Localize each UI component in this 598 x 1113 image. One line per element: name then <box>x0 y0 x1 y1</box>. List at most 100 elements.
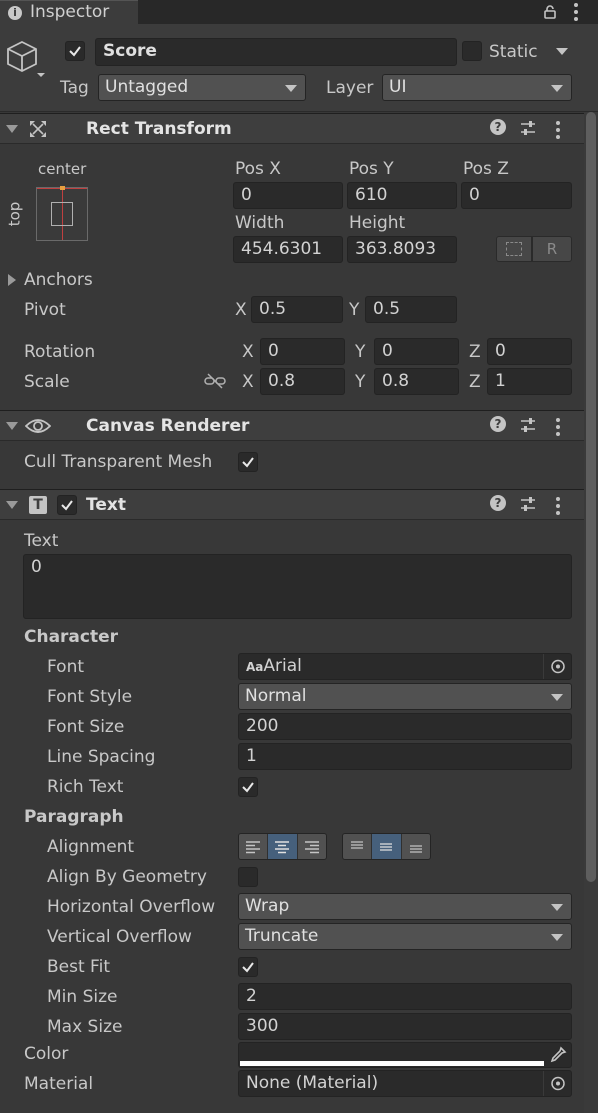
preset-sliders-icon[interactable] <box>520 417 536 433</box>
static-checkbox[interactable] <box>462 41 482 61</box>
font-size-field[interactable]: 200 <box>238 713 572 740</box>
character-section-label: Character <box>24 627 119 647</box>
canvas-renderer-title: Canvas Renderer <box>86 416 250 436</box>
pivot-y-field[interactable]: 0.5 <box>365 296 457 323</box>
blueprint-mode-button[interactable] <box>496 236 532 262</box>
align-right-icon[interactable] <box>298 834 326 859</box>
font-label: Font <box>47 657 85 677</box>
help-icon[interactable]: ? <box>490 495 506 511</box>
text-area[interactable]: 0 <box>23 554 572 619</box>
canvas-renderer-header[interactable]: Canvas Renderer ? <box>0 410 598 441</box>
active-checkbox[interactable] <box>65 41 85 61</box>
width-label: Width <box>235 213 285 233</box>
eyedropper-icon[interactable] <box>549 1046 567 1064</box>
align-bottom-icon[interactable] <box>402 834 430 859</box>
align-by-geometry-checkbox[interactable] <box>238 867 258 887</box>
component-menu-icon[interactable] <box>556 418 560 439</box>
anchor-preset-v-label: top <box>5 201 24 227</box>
gameobject-cube-icon[interactable] <box>6 39 46 79</box>
scale-y-label: Y <box>355 372 366 392</box>
foldout-arrow-icon[interactable] <box>6 422 18 430</box>
horizontal-overflow-label: Horizontal Overflow <box>47 897 216 917</box>
scale-x-field[interactable]: 0.8 <box>260 368 345 395</box>
max-size-label: Max Size <box>47 1017 123 1037</box>
pivot-x-field[interactable]: 0.5 <box>251 296 343 323</box>
font-value: Arial <box>263 656 302 676</box>
tag-value: Untagged <box>105 77 189 97</box>
preset-sliders-icon[interactable] <box>520 120 536 136</box>
scale-z-field[interactable]: 1 <box>487 368 572 395</box>
align-left-icon[interactable] <box>239 834 269 859</box>
foldout-arrow-icon[interactable] <box>6 501 18 509</box>
foldout-arrow-icon[interactable] <box>6 125 18 133</box>
preset-sliders-icon[interactable] <box>520 496 536 512</box>
scrollbar-thumb[interactable] <box>586 112 596 882</box>
best-fit-checkbox[interactable] <box>238 957 258 977</box>
anchor-presets-button[interactable] <box>36 186 88 241</box>
rect-transform-header[interactable]: Rect Transform ? <box>0 113 598 144</box>
horizontal-overflow-dropdown[interactable]: Wrap <box>238 893 572 920</box>
font-size-label: Font Size <box>47 717 125 737</box>
pos-z-label: Pos Z <box>463 159 509 179</box>
font-object-field[interactable]: AaArial <box>238 653 572 680</box>
component-menu-icon[interactable] <box>556 121 560 142</box>
pos-z-field[interactable]: 0 <box>461 182 572 209</box>
tag-dropdown[interactable]: Untagged <box>98 74 306 101</box>
tab-menu-icon[interactable] <box>574 3 578 24</box>
rotation-label: Rotation <box>24 342 96 362</box>
help-icon[interactable]: ? <box>490 119 506 135</box>
scale-y-field[interactable]: 0.8 <box>374 368 459 395</box>
max-size-field[interactable]: 300 <box>238 1013 572 1040</box>
help-icon[interactable]: ? <box>490 416 506 432</box>
material-object-field[interactable]: None (Material) <box>238 1070 572 1097</box>
object-picker-icon[interactable] <box>543 1071 571 1096</box>
rect-transform-title: Rect Transform <box>86 119 232 139</box>
line-spacing-field[interactable]: 1 <box>238 743 572 770</box>
font-style-dropdown[interactable]: Normal <box>238 683 572 710</box>
object-picker-icon[interactable] <box>543 654 571 679</box>
static-dropdown-arrow[interactable] <box>556 48 568 55</box>
align-middle-icon[interactable] <box>372 834 402 859</box>
rotation-z-field[interactable]: 0 <box>487 338 572 365</box>
rotation-y-field[interactable]: 0 <box>374 338 459 365</box>
pivot-y-label: Y <box>349 300 360 320</box>
horizontal-alignment-group <box>238 833 327 860</box>
scrollbar-track[interactable] <box>584 112 598 1113</box>
layer-dropdown[interactable]: UI <box>382 74 572 101</box>
align-top-icon[interactable] <box>343 834 373 859</box>
pos-x-field[interactable]: 0 <box>233 182 343 209</box>
anchor-preset-h-label: center <box>38 160 87 178</box>
color-field[interactable] <box>238 1042 572 1068</box>
pos-y-label: Pos Y <box>349 159 394 179</box>
anchors-foldout-icon[interactable] <box>8 274 16 286</box>
cull-transparent-mesh-label: Cull Transparent Mesh <box>24 452 213 472</box>
component-menu-icon[interactable] <box>556 497 560 518</box>
vertical-overflow-dropdown[interactable]: Truncate <box>238 923 572 950</box>
anchors-label[interactable]: Anchors <box>24 269 93 291</box>
rich-text-checkbox[interactable] <box>238 777 258 797</box>
cull-transparent-mesh-checkbox[interactable] <box>238 452 258 472</box>
font-style-value: Normal <box>245 686 307 706</box>
pivot-label: Pivot <box>24 300 66 320</box>
anchor-rect-icon <box>51 202 73 226</box>
pos-y-field[interactable]: 610 <box>347 182 457 209</box>
blueprint-icon <box>506 242 522 256</box>
inspector-tab[interactable]: i Inspector <box>0 0 138 24</box>
tag-label: Tag <box>60 78 89 98</box>
rotation-x-field[interactable]: 0 <box>260 338 345 365</box>
object-name-field[interactable]: Score <box>95 38 457 66</box>
width-field[interactable]: 454.6301 <box>233 236 343 263</box>
lock-icon[interactable] <box>543 4 557 19</box>
text-component-header[interactable]: T Text ? <box>0 489 598 520</box>
raw-edit-button[interactable]: R <box>532 236 572 262</box>
scale-z-label: Z <box>469 372 481 392</box>
height-field[interactable]: 363.8093 <box>347 236 457 263</box>
min-size-label: Min Size <box>47 987 118 1007</box>
align-center-icon[interactable] <box>268 834 298 859</box>
constrain-proportions-icon[interactable] <box>204 373 226 389</box>
static-label: Static <box>489 42 538 62</box>
text-enabled-checkbox[interactable] <box>57 495 77 515</box>
chevron-down-icon <box>551 694 563 701</box>
min-size-field[interactable]: 2 <box>238 983 572 1010</box>
layer-label: Layer <box>326 78 374 98</box>
